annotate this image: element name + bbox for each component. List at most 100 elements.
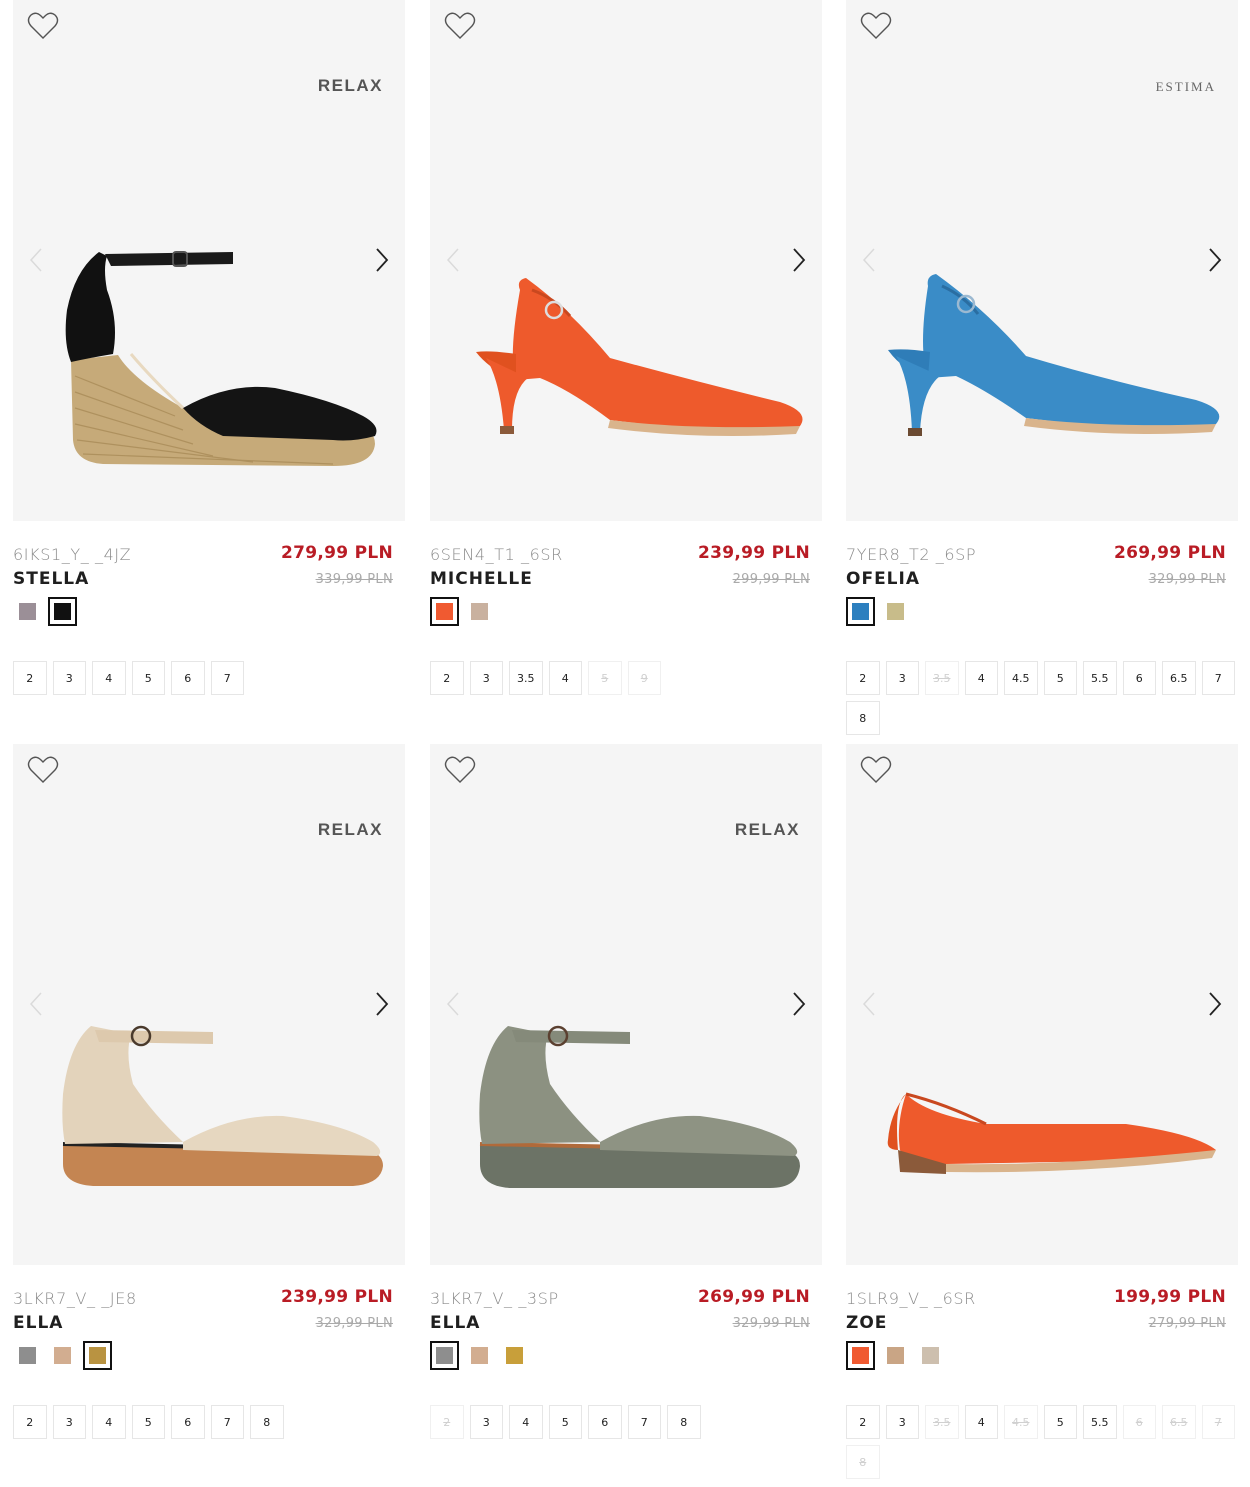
product-info: 3LKR7_V_ _3SP 269,99 PLN ELLA 329,99 PLN…: [430, 1285, 822, 1439]
size-option[interactable]: 3: [52, 1405, 86, 1439]
product-name[interactable]: MICHELLE: [430, 569, 533, 589]
brand-label: RELAX: [734, 820, 800, 839]
size-list: 2345678: [13, 1405, 405, 1439]
color-swatch-fill: [54, 1347, 71, 1364]
color-swatch-fill: [887, 603, 904, 620]
size-option[interactable]: 6: [1122, 661, 1156, 695]
color-swatch[interactable]: [48, 597, 77, 626]
size-option[interactable]: 2: [13, 1405, 47, 1439]
size-option[interactable]: 5.5: [1083, 661, 1117, 695]
size-option[interactable]: 5: [1043, 661, 1077, 695]
size-option[interactable]: 8: [250, 1405, 284, 1439]
product-name[interactable]: ELLA: [13, 1313, 63, 1333]
size-option[interactable]: 2: [13, 661, 47, 695]
size-option[interactable]: 2: [846, 661, 880, 695]
color-swatch-fill: [19, 603, 36, 620]
heart-icon[interactable]: [860, 12, 892, 40]
product-name[interactable]: ZOE: [846, 1313, 887, 1333]
size-option[interactable]: 6: [171, 1405, 205, 1439]
size-option[interactable]: 5: [548, 1405, 582, 1439]
color-swatch-fill: [506, 1347, 523, 1364]
size-option[interactable]: 3: [885, 1405, 919, 1439]
product-card[interactable]: RELAX 6IKS1_Y_ _4JZ 279,99 PLN STELLA 33…: [13, 0, 405, 695]
size-option[interactable]: 5: [1043, 1405, 1077, 1439]
size-option[interactable]: 4.5: [1004, 661, 1038, 695]
product-image[interactable]: [33, 230, 393, 500]
size-option[interactable]: 8: [846, 701, 880, 735]
size-option[interactable]: 6.5: [1162, 661, 1196, 695]
product-card[interactable]: RELAX 3LKR7_V_ _JE8 239,99 PLN ELLA 329,…: [13, 744, 405, 1439]
product-image-area[interactable]: RELAX: [13, 744, 405, 1265]
color-swatch[interactable]: [430, 1341, 459, 1370]
color-swatch[interactable]: [500, 1341, 529, 1370]
size-option[interactable]: 5: [131, 661, 165, 695]
color-swatches: [430, 1341, 529, 1370]
product-code: 6SEN4_T1 _6SR: [430, 545, 563, 564]
size-option[interactable]: 8: [667, 1405, 701, 1439]
heart-icon[interactable]: [860, 756, 892, 784]
product-card[interactable]: RELAX 3LKR7_V_ _3SP 269,99 PLN ELLA 329,…: [430, 744, 822, 1439]
product-info: 1SLR9_V_ _6SR 199,99 PLN ZOE 279,99 PLN …: [846, 1285, 1238, 1479]
size-option[interactable]: 7: [210, 1405, 244, 1439]
size-option[interactable]: 6: [588, 1405, 622, 1439]
product-code: 6IKS1_Y_ _4JZ: [13, 545, 132, 564]
color-swatch[interactable]: [846, 597, 875, 626]
product-image-area[interactable]: RELAX: [13, 0, 405, 521]
color-swatch[interactable]: [465, 1341, 494, 1370]
size-option[interactable]: 4: [964, 1405, 998, 1439]
heart-icon[interactable]: [27, 12, 59, 40]
color-swatch[interactable]: [430, 597, 459, 626]
size-option[interactable]: 3: [885, 661, 919, 695]
size-option[interactable]: 5.5: [1083, 1405, 1117, 1439]
color-swatch[interactable]: [465, 597, 494, 626]
product-card[interactable]: ESTIMA 7YER8_T2 _6SP 269,99 PLN OFELIA 3…: [846, 0, 1238, 735]
size-option[interactable]: 6: [171, 661, 205, 695]
color-swatch-fill: [54, 603, 71, 620]
product-card[interactable]: 1SLR9_V_ _6SR 199,99 PLN ZOE 279,99 PLN …: [846, 744, 1238, 1479]
heart-icon[interactable]: [444, 756, 476, 784]
size-option[interactable]: 3: [52, 661, 86, 695]
size-option[interactable]: 4: [548, 661, 582, 695]
product-name[interactable]: STELLA: [13, 569, 89, 589]
product-image[interactable]: [866, 230, 1226, 500]
heart-icon[interactable]: [444, 12, 476, 40]
product-image[interactable]: [450, 974, 810, 1244]
color-swatch[interactable]: [13, 1341, 42, 1370]
product-image-area[interactable]: ESTIMA: [846, 0, 1238, 521]
heart-icon[interactable]: [27, 756, 59, 784]
color-swatch[interactable]: [48, 1341, 77, 1370]
size-option[interactable]: 5: [131, 1405, 165, 1439]
size-option[interactable]: 2: [846, 1405, 880, 1439]
size-option: 4.5: [1004, 1405, 1038, 1439]
product-name[interactable]: OFELIA: [846, 569, 920, 589]
color-swatch[interactable]: [846, 1341, 875, 1370]
size-option[interactable]: 3: [469, 661, 503, 695]
size-option[interactable]: 4: [964, 661, 998, 695]
size-option[interactable]: 4: [509, 1405, 543, 1439]
size-option[interactable]: 3: [469, 1405, 503, 1439]
size-option[interactable]: 7: [210, 661, 244, 695]
color-swatch[interactable]: [13, 597, 42, 626]
product-old-price: 279,99 PLN: [1148, 1316, 1226, 1331]
color-swatch[interactable]: [881, 597, 910, 626]
product-image[interactable]: [450, 230, 810, 500]
size-option[interactable]: 7: [1201, 661, 1235, 695]
size-option[interactable]: 4: [92, 1405, 126, 1439]
color-swatch[interactable]: [881, 1341, 910, 1370]
size-option[interactable]: 7: [627, 1405, 661, 1439]
color-swatch[interactable]: [916, 1341, 945, 1370]
size-option[interactable]: 4: [92, 661, 126, 695]
size-option[interactable]: 2: [430, 661, 464, 695]
product-image-area[interactable]: [430, 0, 822, 521]
product-grid: RELAX 6IKS1_Y_ _4JZ 279,99 PLN STELLA 33…: [0, 0, 1250, 1487]
size-option: 2: [430, 1405, 464, 1439]
size-option[interactable]: 3.5: [509, 661, 543, 695]
product-image-area[interactable]: RELAX: [430, 744, 822, 1265]
product-image[interactable]: [33, 974, 393, 1244]
color-swatch[interactable]: [83, 1341, 112, 1370]
product-card[interactable]: 6SEN4_T1 _6SR 239,99 PLN MICHELLE 299,99…: [430, 0, 822, 695]
size-option: 9: [627, 661, 661, 695]
product-image[interactable]: [866, 974, 1226, 1244]
product-image-area[interactable]: [846, 744, 1238, 1265]
product-name[interactable]: ELLA: [430, 1313, 480, 1333]
